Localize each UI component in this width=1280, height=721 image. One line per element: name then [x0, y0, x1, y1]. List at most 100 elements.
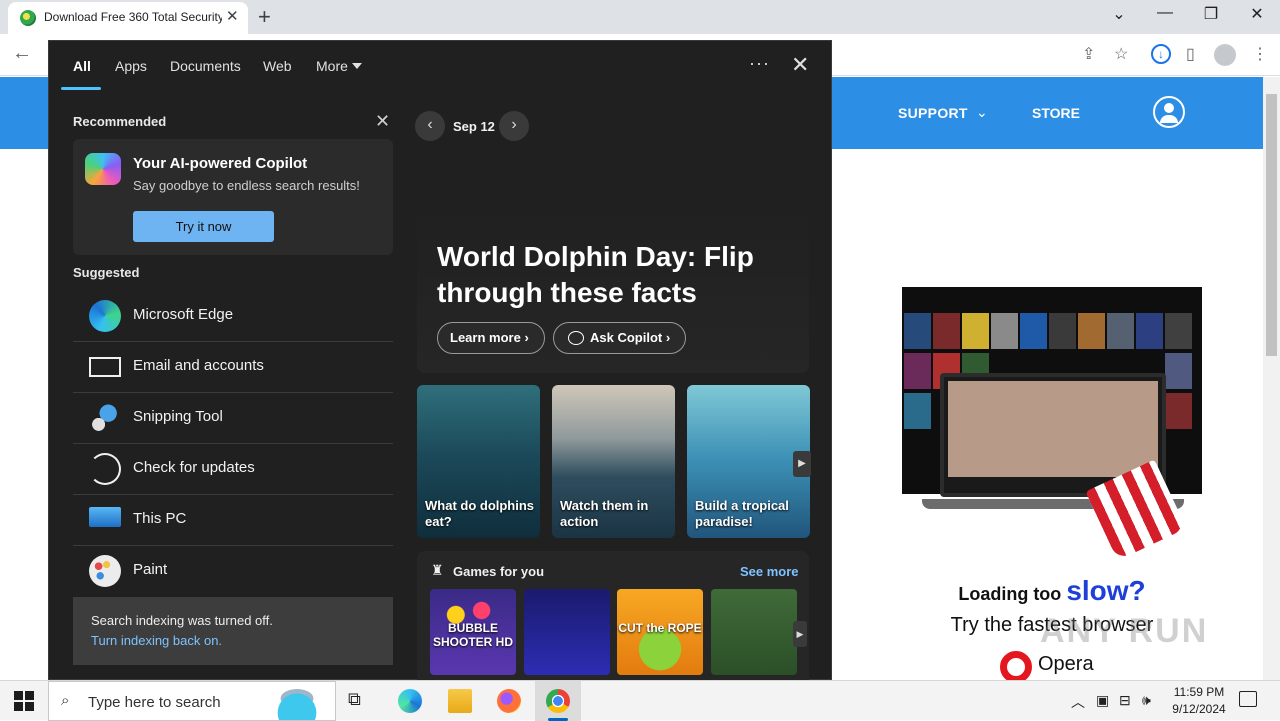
games-section: ♜ Games for you See more BUBBLE SHOOTER … — [417, 551, 809, 691]
sync-icon — [89, 453, 121, 485]
menu-icon[interactable]: ⋮ — [1252, 44, 1268, 64]
show-hidden-icons-chevron-icon[interactable]: ︿ — [1071, 692, 1085, 712]
task-view-icon[interactable]: ⧉ — [348, 689, 361, 710]
edge-taskbar-icon[interactable] — [398, 689, 422, 713]
device-icon[interactable]: ▣ — [1096, 692, 1109, 709]
search-placeholder: Type here to search — [88, 694, 221, 711]
nav-store[interactable]: STORE — [1032, 105, 1080, 121]
tile-watch-dolphins[interactable]: Watch them in action — [552, 385, 675, 538]
tile-caption: Build a tropical paradise! — [695, 498, 789, 529]
share-icon[interactable]: ⇪ — [1082, 44, 1095, 64]
date-label: Sep 12 — [453, 119, 495, 134]
back-arrow-icon[interactable]: ← — [12, 42, 32, 65]
suggested-item-label: Check for updates — [133, 459, 255, 476]
ad-headline: Loading too slow? — [902, 575, 1202, 607]
tile-dolphins-eat[interactable]: What do dolphins eat? — [417, 385, 540, 538]
new-tab-icon[interactable]: + — [258, 4, 271, 30]
restore-button[interactable]: ❐ — [1188, 4, 1234, 24]
learn-more-button[interactable]: Learn more › — [437, 322, 545, 354]
download-icon[interactable]: ↓ — [1151, 44, 1171, 64]
game-bubble-shooter[interactable]: BUBBLE SHOOTER HD — [430, 589, 516, 675]
computer-icon — [89, 507, 121, 527]
suggested-item-check-updates[interactable]: Check for updates — [73, 444, 393, 495]
dismiss-recommendation-icon[interactable]: ✕ — [375, 111, 390, 132]
ask-copilot-label: Ask Copilot — [590, 330, 663, 345]
games-next-arrow-icon[interactable]: ▶ — [793, 621, 807, 647]
indexing-notice: Search indexing was turned off. Turn ind… — [73, 597, 393, 665]
tab-web[interactable]: Web — [263, 58, 292, 74]
try-it-now-button[interactable]: Try it now — [133, 211, 274, 242]
browser-tab[interactable]: Download Free 360 Total Security ✕ — [8, 2, 248, 34]
minimize-button[interactable]: — — [1142, 4, 1188, 22]
game-block-puzzle[interactable] — [524, 589, 610, 675]
tile-tropical-paradise[interactable]: Build a tropical paradise! — [687, 385, 810, 538]
paint-icon — [89, 555, 121, 587]
game-cut-the-rope[interactable]: CUT the ROPE — [617, 589, 703, 675]
suggested-item-label: This PC — [133, 510, 187, 527]
star-icon[interactable]: ☆ — [1114, 44, 1128, 64]
tab-close-icon[interactable]: ✕ — [226, 7, 239, 25]
search-icon: ⌕ — [61, 692, 70, 709]
network-icon[interactable]: ⊟ — [1119, 692, 1131, 709]
tab-apps[interactable]: Apps — [115, 58, 147, 74]
site-favicon-icon — [20, 10, 36, 26]
windows-search-panel: All Apps Documents Web More ··· ✕ Recomm… — [48, 40, 832, 691]
scrollbar-thumb[interactable] — [1266, 94, 1277, 356]
copilot-logo-icon — [85, 153, 121, 185]
ask-copilot-button[interactable]: Ask Copilot › — [553, 322, 686, 354]
suggested-item-email[interactable]: Email and accounts — [73, 342, 393, 393]
tiles-next-arrow-icon[interactable]: ▶ — [793, 451, 811, 477]
game-title: BUBBLE SHOOTER HD — [432, 621, 513, 649]
chevron-down-icon[interactable]: ⌄ — [976, 104, 988, 121]
games-heading: Games for you — [453, 564, 545, 579]
clock-date[interactable]: 9/12/2024 — [1166, 702, 1232, 716]
hero-card[interactable]: World Dolphin Day: Flip through these fa… — [417, 201, 809, 373]
game-mahjong[interactable] — [711, 589, 797, 675]
next-day-button[interactable]: › — [499, 111, 529, 141]
chat-bubble-icon — [568, 331, 584, 345]
tab-title: Download Free 360 Total Security — [44, 10, 222, 24]
see-more-link[interactable]: See more — [740, 564, 799, 579]
tile-caption: What do dolphins eat? — [425, 498, 535, 529]
chrome-icon[interactable] — [546, 689, 570, 713]
taskbar-search-box[interactable]: ⌕ Type here to search — [48, 681, 336, 721]
sidebar-icon[interactable]: ▯ — [1186, 44, 1195, 64]
suggested-item-paint[interactable]: Paint — [73, 546, 393, 597]
user-account-icon[interactable] — [1153, 96, 1185, 128]
more-options-icon[interactable]: ··· — [749, 53, 770, 74]
windows-taskbar: ⌕ Type here to search ⧉ ︿ ▣ ⊟ 🕪 11:59 PM… — [0, 680, 1280, 721]
previous-day-button[interactable]: ‹ — [415, 111, 445, 141]
copilot-subtitle: Say goodbye to endless search results! — [133, 178, 360, 193]
tab-documents[interactable]: Documents — [170, 58, 241, 74]
ad-headline-prefix: Loading too — [958, 584, 1067, 604]
video-frame — [948, 381, 1158, 477]
tab-all[interactable]: All — [73, 58, 91, 74]
tab-search-chevron-icon[interactable]: ⌄ — [1096, 4, 1142, 24]
window-close-button[interactable]: ✕ — [1234, 4, 1280, 24]
recommended-heading: Recommended — [73, 114, 167, 129]
suggested-heading: Suggested — [73, 265, 140, 280]
tab-more[interactable]: More — [316, 58, 348, 74]
firefox-icon[interactable] — [497, 689, 521, 713]
suggested-item-label: Snipping Tool — [133, 408, 223, 425]
profile-icon[interactable] — [1214, 44, 1236, 66]
turn-indexing-on-link[interactable]: Turn indexing back on. — [91, 633, 222, 648]
suggested-item-edge[interactable]: Microsoft Edge — [73, 291, 393, 342]
suggested-item-label: Email and accounts — [133, 357, 264, 374]
watermark: ANY RUN — [1040, 612, 1209, 650]
windows-start-icon[interactable] — [14, 691, 34, 711]
game-title: CUT the ROPE — [618, 621, 702, 635]
caret-down-icon[interactable] — [352, 63, 362, 69]
search-highlight-art — [259, 684, 335, 720]
suggested-item-this-pc[interactable]: This PC — [73, 495, 393, 546]
file-explorer-icon[interactable] — [448, 689, 472, 713]
nav-support[interactable]: SUPPORT — [898, 105, 968, 121]
ad-brand: Opera — [1038, 653, 1094, 675]
indexing-message: Search indexing was turned off. — [91, 613, 273, 628]
notification-center-icon[interactable] — [1239, 691, 1257, 707]
volume-icon[interactable]: 🕪 — [1142, 692, 1151, 709]
clock-time[interactable]: 11:59 PM — [1172, 685, 1226, 699]
close-panel-button[interactable]: ✕ — [791, 52, 809, 78]
chevron-right-icon: › — [665, 330, 671, 345]
suggested-item-snipping-tool[interactable]: Snipping Tool — [73, 393, 393, 444]
